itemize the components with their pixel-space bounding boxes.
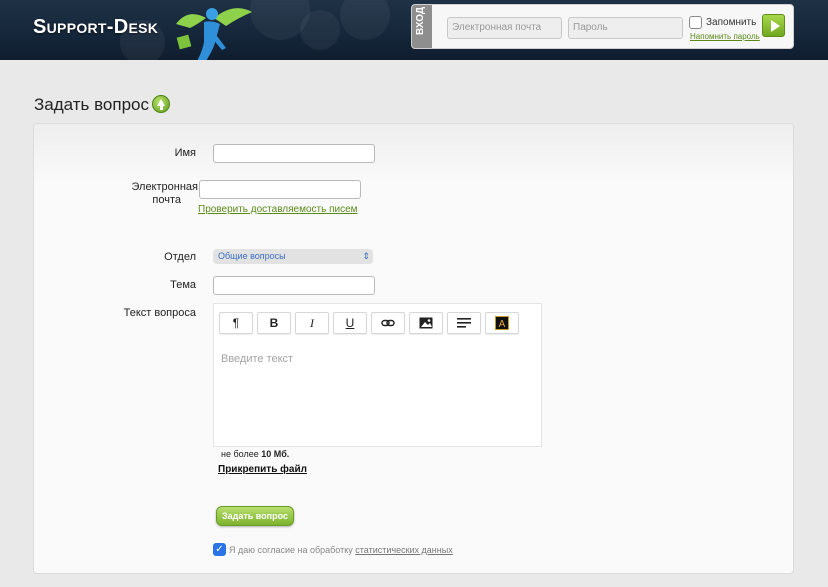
login-submit-button[interactable]: [762, 14, 785, 37]
header-decoration: [340, 0, 390, 40]
subject-input[interactable]: [213, 276, 375, 295]
logo-mascot-icon: [176, 8, 252, 60]
logo-text[interactable]: Support-Desk: [33, 16, 158, 39]
bold-button[interactable]: B: [257, 312, 291, 334]
link-button[interactable]: [371, 312, 405, 334]
email-label-line2: почта: [152, 194, 181, 206]
department-select-value: Общие вопросы: [218, 251, 286, 261]
align-left-icon: [457, 318, 471, 328]
statistics-data-link[interactable]: статистических данных: [355, 545, 452, 555]
site-header: Support-Desk ВХОД Электронная почта Паро…: [0, 0, 828, 60]
paragraph-icon: ¶: [232, 316, 240, 330]
email-input[interactable]: [199, 180, 361, 199]
italic-button[interactable]: I: [295, 312, 329, 334]
login-email-input[interactable]: Электронная почта: [447, 17, 562, 39]
submit-question-button[interactable]: Задать вопрос: [216, 506, 294, 526]
text-color-icon: A: [495, 316, 509, 330]
panel-shade: [34, 124, 793, 184]
upload-arrow-icon: [152, 95, 170, 113]
underline-button[interactable]: U: [333, 312, 367, 334]
remember-label: Запомнить: [706, 17, 757, 28]
login-tab: ВХОД: [412, 5, 432, 48]
bold-icon: B: [269, 316, 279, 330]
remember-checkbox[interactable]: [689, 16, 702, 29]
verify-delivery-link[interactable]: Проверить доставляемость писем: [198, 204, 358, 215]
login-password-input[interactable]: Пароль: [568, 17, 683, 39]
department-select[interactable]: Общие вопросы ⇕: [213, 249, 373, 264]
paragraph-button[interactable]: ¶: [219, 312, 253, 334]
login-box: ВХОД Электронная почта Пароль Запомнить …: [411, 4, 794, 49]
link-icon: [381, 319, 395, 327]
forgot-password-link[interactable]: Напомнить пароль: [690, 32, 760, 41]
department-label: Отдел: [164, 251, 196, 263]
question-editor[interactable]: ¶ B I U A Введите текст: [213, 303, 542, 447]
file-size-hint: не более 10 Мб.: [221, 449, 289, 459]
image-icon: [419, 317, 433, 329]
page-title: Задать вопрос: [34, 95, 149, 114]
attach-file-link[interactable]: Прикрепить файл: [218, 464, 307, 475]
email-label-line1: Электронная: [131, 181, 198, 193]
image-button[interactable]: [409, 312, 443, 334]
italic-icon: I: [310, 316, 314, 330]
name-input[interactable]: [213, 144, 375, 163]
consent-checkbox[interactable]: ✓: [213, 543, 226, 556]
file-size-hint-prefix: не более: [221, 449, 262, 459]
header-decoration: [300, 10, 340, 50]
editor-placeholder: Введите текст: [221, 353, 294, 365]
svg-text:A: A: [499, 319, 506, 330]
consent-text: Я даю согласие на обработку статистическ…: [229, 545, 453, 555]
question-label: Текст вопроса: [123, 307, 196, 319]
consent-text-prefix: Я даю согласие на обработку: [229, 545, 356, 555]
login-tab-label: ВХОД: [415, 6, 426, 35]
align-button[interactable]: [447, 312, 481, 334]
name-label: Имя: [174, 147, 196, 159]
subject-label: Тема: [170, 279, 196, 291]
text-color-button[interactable]: A: [485, 312, 519, 334]
file-size-limit: 10 Мб.: [261, 449, 290, 459]
underline-icon: U: [345, 316, 355, 330]
select-arrows-icon: ⇕: [362, 251, 370, 261]
